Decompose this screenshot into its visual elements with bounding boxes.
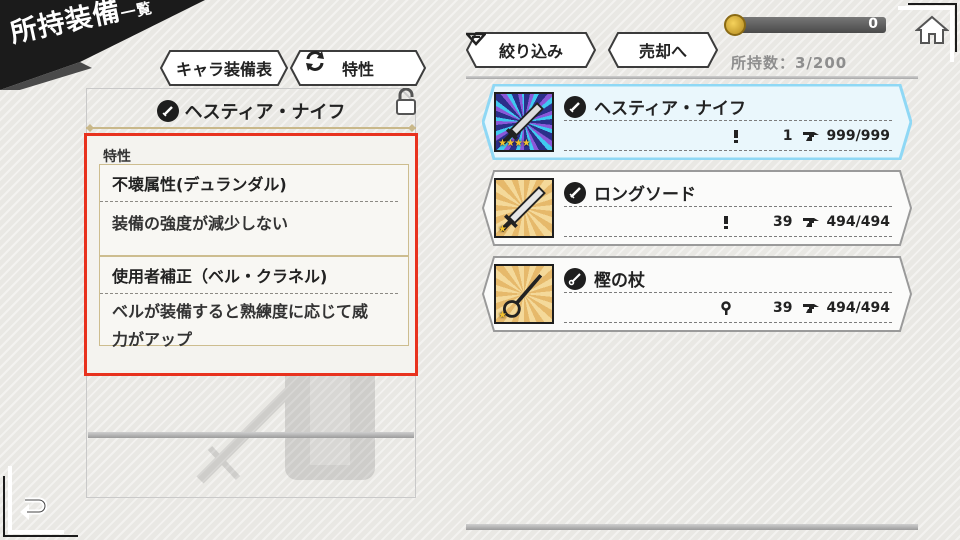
currency-display: 0: [724, 14, 886, 36]
tab-character-equipment-label: キャラ装備表: [175, 60, 272, 79]
filter-button[interactable]: 絞り込み: [466, 32, 596, 68]
trait-entry: 使用者補正（ベル・クラネル) ベルが装備すると熟練度に応じて威 力がアップ: [99, 256, 409, 349]
lock-toggle-button[interactable]: [394, 87, 416, 115]
equipment-thumbnail: ★: [494, 264, 554, 324]
detail-panel-divider: [88, 432, 414, 438]
equipment-name: ヘスティア・ナイフ: [594, 99, 746, 119]
filter-button-label: 絞り込み: [498, 42, 563, 61]
stat-value: 39: [772, 300, 793, 316]
dagger-icon: [564, 95, 586, 118]
traits-highlight-box: 特性 不壊属性(デュランダル) 装備の強度が減少しない 使用者補正（ベル・クラネ…: [84, 133, 418, 376]
back-corner: [0, 460, 90, 540]
stat-value: 39: [772, 214, 793, 230]
rarity-stars: ★: [498, 310, 507, 321]
durability-value: 999/999: [826, 128, 890, 144]
card-divider: [564, 322, 892, 323]
coin-icon: [724, 14, 746, 36]
equipment-stats: 1 999/999: [729, 128, 890, 144]
currency-value: 0: [868, 16, 878, 32]
equipment-stats: 39 494/494: [719, 214, 890, 230]
detail-item-name: ヘスティア・ナイフ: [184, 102, 346, 123]
equipment-card[interactable]: ★★★★ ヘスティア・ナイフ 1 999/999: [482, 84, 912, 160]
magic-icon: [721, 301, 731, 315]
trait-name: 使用者補正（ベル・クラネル): [100, 257, 398, 294]
dagger-icon: [156, 100, 179, 122]
currency-track: [734, 17, 886, 33]
durability-value: 494/494: [826, 300, 890, 316]
stat-value: 1: [782, 128, 793, 144]
equipment-stats: 39 494/494: [719, 300, 890, 316]
tab-traits-label: 特性: [341, 60, 374, 79]
page-title-suffix: 一覧: [119, 0, 155, 23]
rarity-stars: ★: [498, 224, 507, 235]
unlock-icon: [396, 87, 416, 115]
list-bottom-rule: [466, 524, 918, 530]
equipment-card-header: 樫の杖: [564, 266, 645, 291]
traits-caption: 特性: [103, 149, 131, 165]
trait-description-line: ベルが装備すると熟練度に応じて威: [112, 302, 369, 321]
durability-value: 494/494: [826, 214, 890, 230]
sell-button-label: 売却へ: [638, 42, 687, 61]
home-icon: [915, 15, 949, 44]
home-corner: [888, 0, 960, 72]
equipment-card-header: ヘスティア・ナイフ: [564, 94, 746, 119]
home-button[interactable]: [910, 10, 954, 50]
detail-header: ヘスティア・ナイフ: [86, 94, 416, 126]
trait-description: ベルが装備すると熟練度に応じて威 力がアップ: [100, 294, 408, 362]
list-top-rule: [466, 76, 918, 79]
back-arrow-icon: [20, 497, 47, 520]
sell-button[interactable]: 売却へ: [608, 32, 718, 68]
swap-icon: [306, 51, 324, 71]
card-divider: [564, 292, 892, 293]
trait-description-line: 力がアップ: [112, 330, 193, 349]
tab-character-equipment[interactable]: キャラ装備表: [160, 50, 288, 86]
equipment-thumbnail: ★: [494, 178, 554, 238]
strength-icon: [723, 216, 728, 229]
durability-icon: [803, 132, 820, 141]
card-divider: [564, 236, 892, 237]
equipment-card-header: ロングソード: [564, 180, 696, 205]
trait-description: 装備の強度が減少しない: [100, 202, 408, 246]
card-divider: [564, 120, 892, 121]
trait-name: 不壊属性(デュランダル): [100, 165, 398, 202]
owned-count: 所持数：3/200: [731, 54, 848, 72]
equipment-card[interactable]: ★ ロングソード 39 494/494: [482, 170, 912, 246]
rarity-stars: ★★★★: [498, 138, 531, 149]
equipment-thumbnail: ★★★★: [494, 92, 554, 152]
equipment-card[interactable]: ★ 樫の杖 39 494/494: [482, 256, 912, 332]
strength-icon: [733, 130, 738, 143]
tab-traits[interactable]: 特性: [290, 50, 426, 86]
back-button[interactable]: [10, 488, 54, 528]
staff-icon: [564, 267, 586, 290]
durability-icon: [803, 304, 820, 313]
equipment-name: 樫の杖: [594, 271, 645, 291]
card-divider: [564, 150, 892, 151]
durability-icon: [803, 218, 820, 227]
chevron-down-icon: [466, 32, 486, 46]
equipment-name: ロングソード: [594, 185, 696, 205]
card-divider: [564, 206, 892, 207]
trait-description-line: 装備の強度が減少しない: [112, 214, 289, 233]
sword-icon: [564, 181, 586, 204]
trait-entry: 不壊属性(デュランダル) 装備の強度が減少しない: [99, 164, 409, 256]
